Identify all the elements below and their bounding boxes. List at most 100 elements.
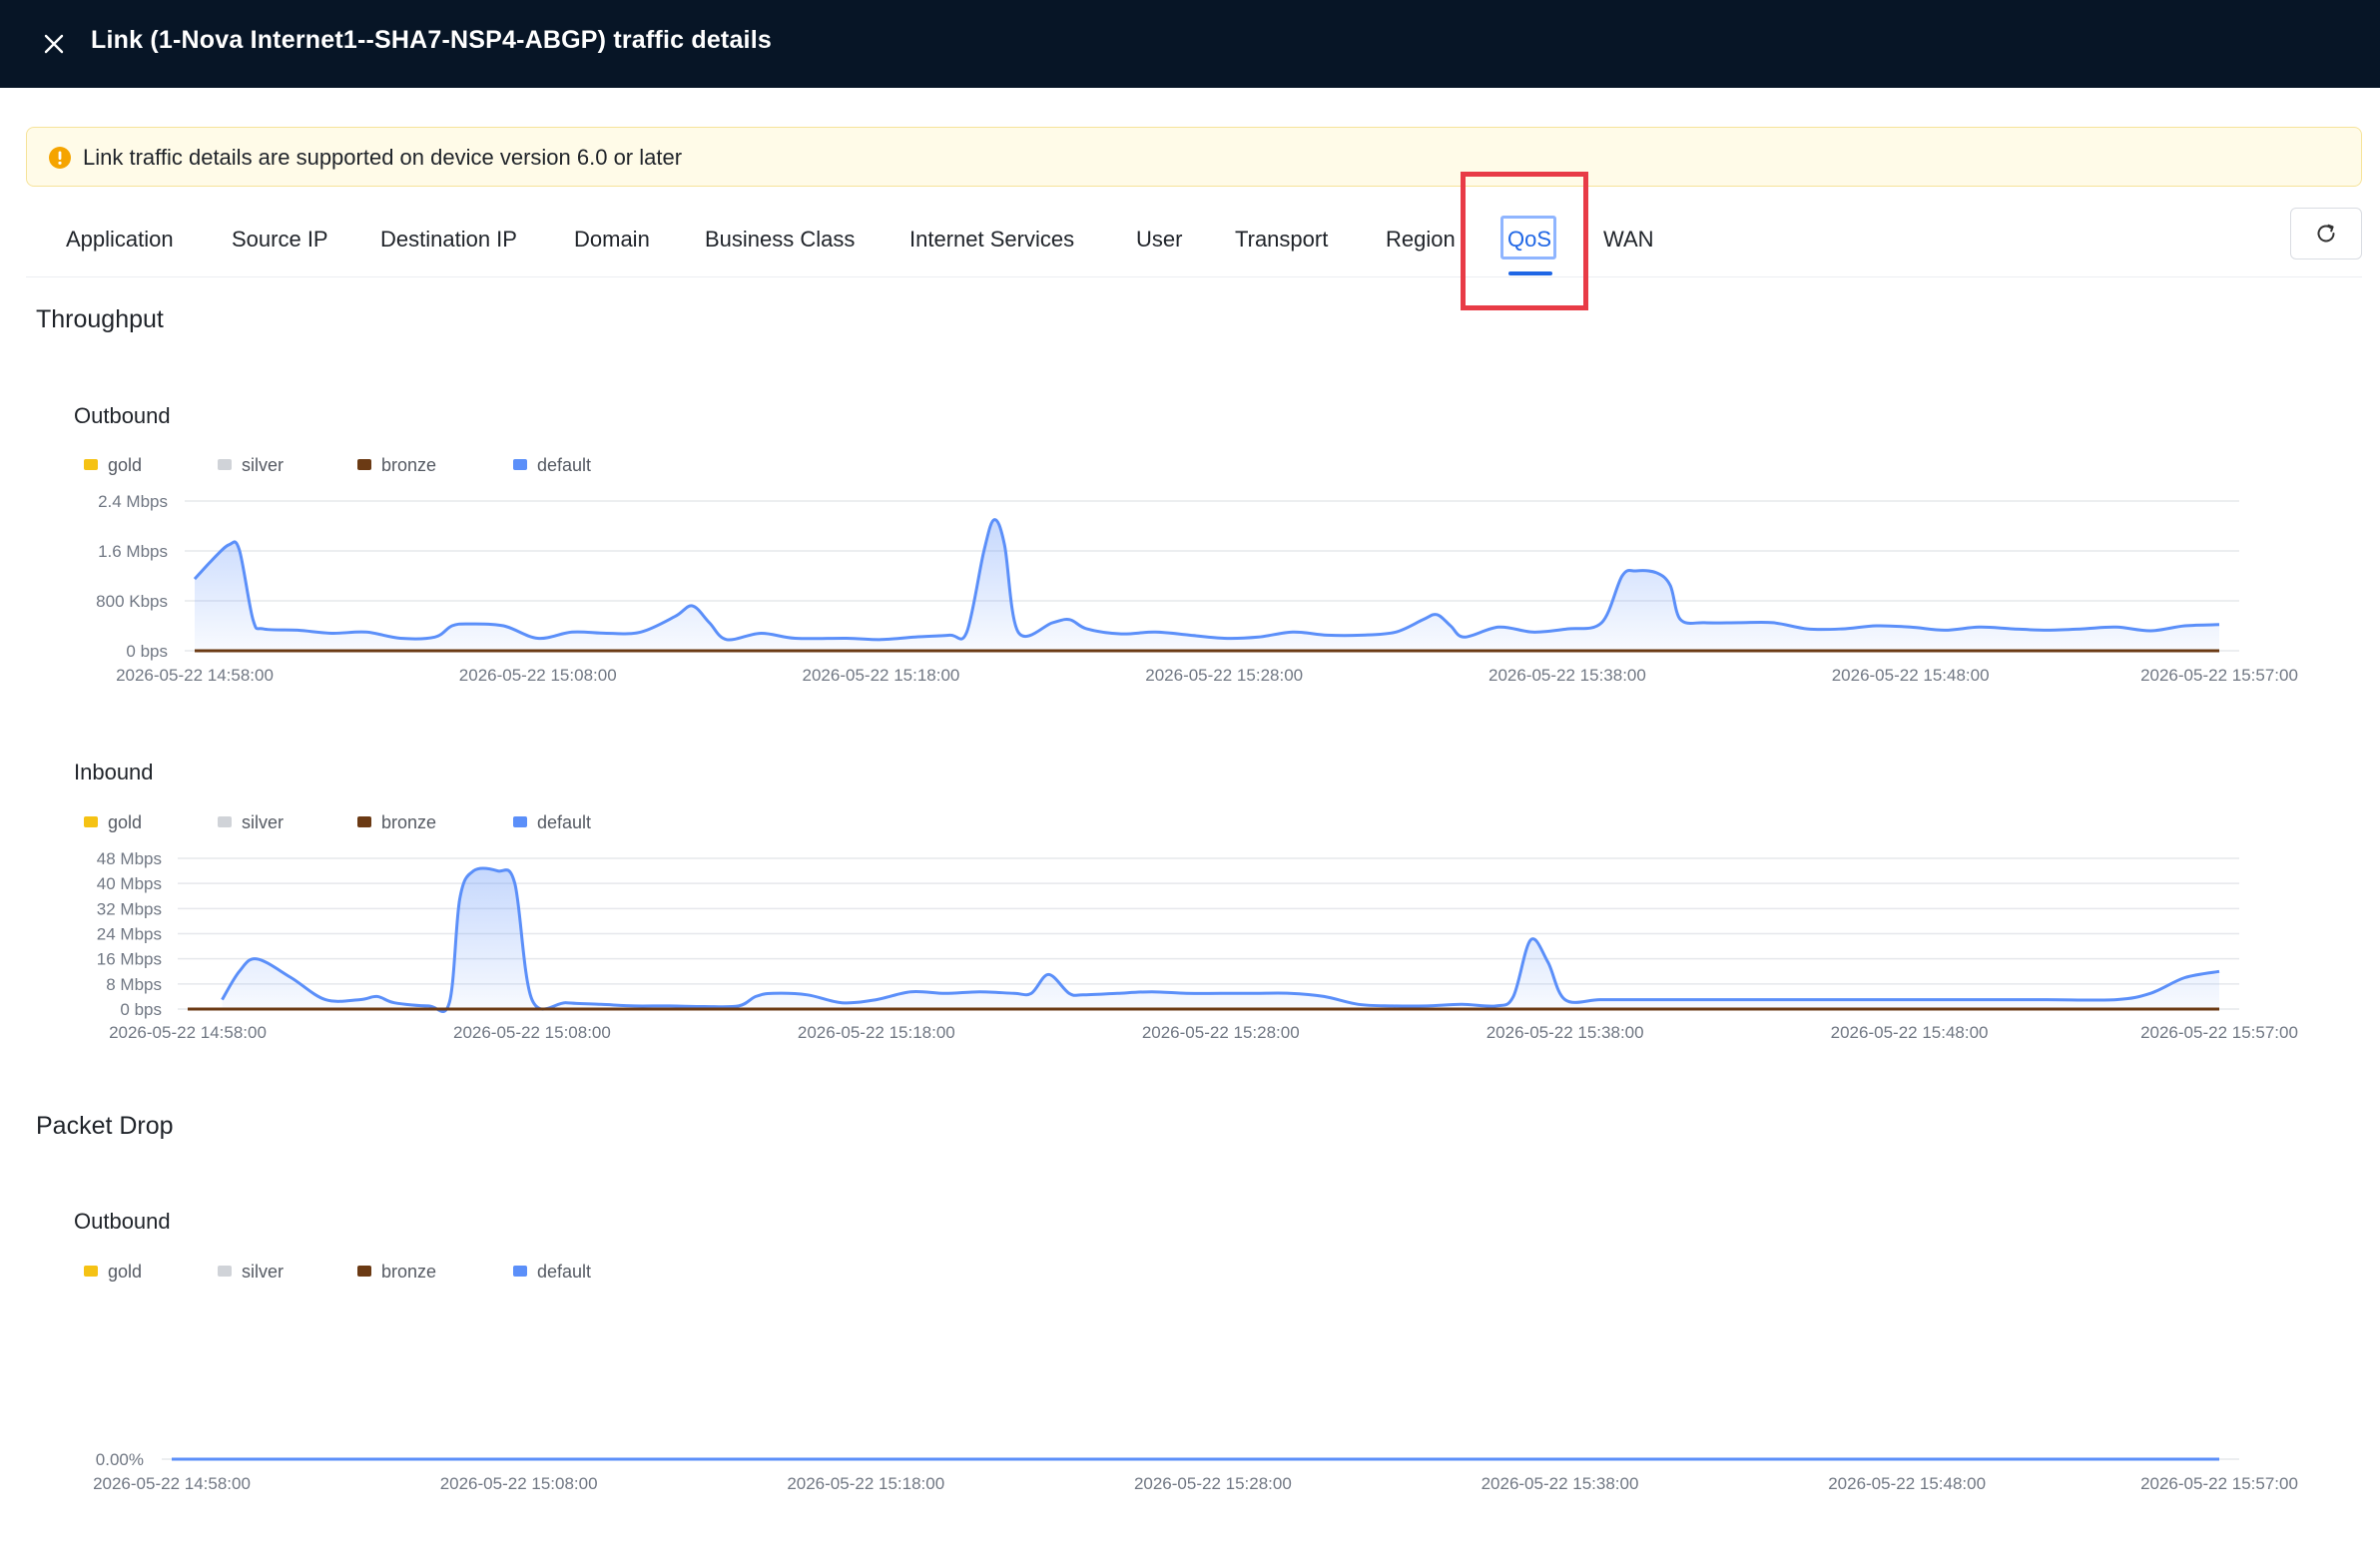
chart-title-throughput-inbound: Inbound (74, 760, 154, 784)
section-title-packet-drop: Packet Drop (36, 1112, 174, 1140)
legend-swatch (513, 459, 527, 471)
x-tick-label: 2026-05-22 15:08:00 (453, 1023, 611, 1042)
legend-label: default (537, 812, 592, 832)
x-tick-label: 2026-05-22 15:08:00 (459, 666, 617, 685)
close-icon (44, 34, 64, 54)
legend-swatch (513, 816, 527, 828)
legend-swatch (357, 1266, 371, 1278)
page-title: Link (1-Nova Internet1--SHA7-NSP4-ABGP) … (91, 26, 772, 54)
tab-source-ip[interactable]: Source IP (232, 227, 328, 253)
legend-item-bronze[interactable]: bronze (357, 812, 436, 833)
warning-icon (49, 147, 71, 169)
y-tick-label: 0 bps (120, 1000, 162, 1019)
x-tick-label: 2026-05-22 15:38:00 (1487, 1023, 1644, 1042)
x-tick-label: 2026-05-22 15:08:00 (440, 1474, 598, 1493)
legend-label: gold (108, 812, 143, 832)
legend-swatch (357, 459, 371, 471)
legend-item-gold[interactable]: gold (84, 455, 142, 476)
chart-title-throughput-outbound: Outbound (74, 403, 171, 428)
x-tick-label: 2026-05-22 15:57:00 (2140, 1474, 2298, 1493)
x-tick-label: 2026-05-22 15:48:00 (1828, 1474, 1986, 1493)
x-tick-label: 2026-05-22 15:18:00 (803, 666, 960, 685)
y-tick-label: 8 Mbps (106, 975, 162, 994)
series-line-default (193, 518, 2220, 642)
legend-swatch (84, 459, 98, 471)
legend-swatch (513, 1266, 527, 1278)
notice-text: Link traffic details are supported on de… (83, 145, 683, 170)
x-tick-label: 2026-05-22 15:18:00 (798, 1023, 955, 1042)
x-tick-label: 2026-05-22 14:58:00 (116, 666, 274, 685)
y-tick-label: 1.6 Mbps (98, 542, 168, 561)
legend-label: gold (108, 1262, 143, 1282)
legend-label: default (537, 455, 592, 475)
legend-swatch (84, 1266, 98, 1278)
legend-item-gold[interactable]: gold (84, 812, 142, 833)
tab-business-class[interactable]: Business Class (705, 227, 855, 253)
legend-item-bronze[interactable]: bronze (357, 455, 436, 476)
refresh-button[interactable] (2290, 208, 2362, 259)
tab-bar: Application Source IP Destination IP Dom… (26, 205, 2362, 277)
legend-label: bronze (381, 1262, 437, 1282)
legend-item-default[interactable]: default (513, 455, 591, 476)
legend-swatch (357, 816, 371, 828)
y-tick-label: 40 Mbps (97, 874, 162, 893)
tab-transport[interactable]: Transport (1235, 227, 1328, 253)
legend-label: bronze (381, 812, 437, 832)
x-tick-label: 2026-05-22 15:57:00 (2140, 1023, 2298, 1042)
y-tick-label: 16 Mbps (97, 950, 162, 969)
legend-item-bronze[interactable]: bronze (357, 1262, 436, 1283)
tab-region[interactable]: Region (1386, 227, 1456, 253)
title-bar: Link (1-Nova Internet1--SHA7-NSP4-ABGP) … (0, 0, 2380, 88)
legend-label: silver (242, 1262, 285, 1282)
x-tick-label: 2026-05-22 14:58:00 (109, 1023, 267, 1042)
y-tick-label: 0 bps (126, 642, 168, 661)
legend-swatch (218, 1266, 232, 1278)
legend-item-default[interactable]: default (513, 812, 591, 833)
x-tick-label: 2026-05-22 15:38:00 (1482, 1474, 1639, 1493)
x-tick-label: 2026-05-22 15:28:00 (1134, 1474, 1292, 1493)
throughput-inbound-chart[interactable]: 0 bps 8 Mbps 16 Mbps 24 Mbps 32 Mbps 40 Mbps 4… (0, 848, 2380, 1048)
legend-swatch (218, 816, 232, 828)
tab-application[interactable]: Application (66, 227, 174, 253)
legend-item-silver[interactable]: silver (218, 1262, 284, 1283)
legend-swatch (218, 459, 232, 471)
series-area-default (195, 519, 2219, 651)
version-notice: Link traffic details are supported on de… (26, 127, 2362, 187)
highlight-box (1461, 172, 1588, 310)
legend-label: silver (242, 455, 285, 475)
legend-label: gold (108, 455, 143, 475)
legend-item-silver[interactable]: silver (218, 455, 284, 476)
tab-user[interactable]: User (1136, 227, 1182, 253)
tab-internet-services[interactable]: Internet Services (909, 227, 1074, 253)
y-tick-label: 24 Mbps (97, 925, 162, 944)
legend-label: bronze (381, 455, 437, 475)
legend-label: default (537, 1262, 592, 1282)
throughput-outbound-chart[interactable]: 0 bps 800 Kbps 1.6 Mbps 2.4 Mbps 2026-05-22 … (0, 489, 2380, 689)
tab-domain[interactable]: Domain (574, 227, 650, 253)
y-tick-label: 0.00% (96, 1450, 144, 1469)
legend-item-silver[interactable]: silver (218, 812, 284, 833)
section-title-throughput: Throughput (36, 305, 164, 333)
legend-item-default[interactable]: default (513, 1262, 591, 1283)
legend-swatch (84, 816, 98, 828)
refresh-icon (2317, 224, 2335, 243)
x-tick-label: 2026-05-22 15:38:00 (1488, 666, 1646, 685)
x-tick-label: 2026-05-22 15:57:00 (2140, 666, 2298, 685)
x-tick-label: 2026-05-22 15:28:00 (1142, 1023, 1300, 1042)
x-tick-label: 2026-05-22 15:28:00 (1145, 666, 1303, 685)
x-tick-label: 2026-05-22 15:48:00 (1831, 1023, 1989, 1042)
x-tick-label: 2026-05-22 15:48:00 (1832, 666, 1990, 685)
y-tick-label: 48 Mbps (97, 849, 162, 868)
x-tick-label: 2026-05-22 14:58:00 (93, 1474, 251, 1493)
chart-title-packet-drop-outbound: Outbound (74, 1209, 171, 1234)
x-tick-label: 2026-05-22 15:18:00 (787, 1474, 944, 1493)
legend-label: silver (242, 812, 285, 832)
close-button[interactable] (34, 24, 74, 64)
legend-item-gold[interactable]: gold (84, 1262, 142, 1283)
tab-destination-ip[interactable]: Destination IP (380, 227, 517, 253)
y-tick-label: 800 Kbps (96, 592, 168, 611)
y-tick-label: 32 Mbps (97, 899, 162, 918)
packet-drop-outbound-chart[interactable]: 0.00% 2026-05-22 14:58:00 2026-05-22 15:08… (0, 1288, 2380, 1507)
tab-wan[interactable]: WAN (1603, 227, 1654, 253)
y-tick-label: 2.4 Mbps (98, 492, 168, 511)
